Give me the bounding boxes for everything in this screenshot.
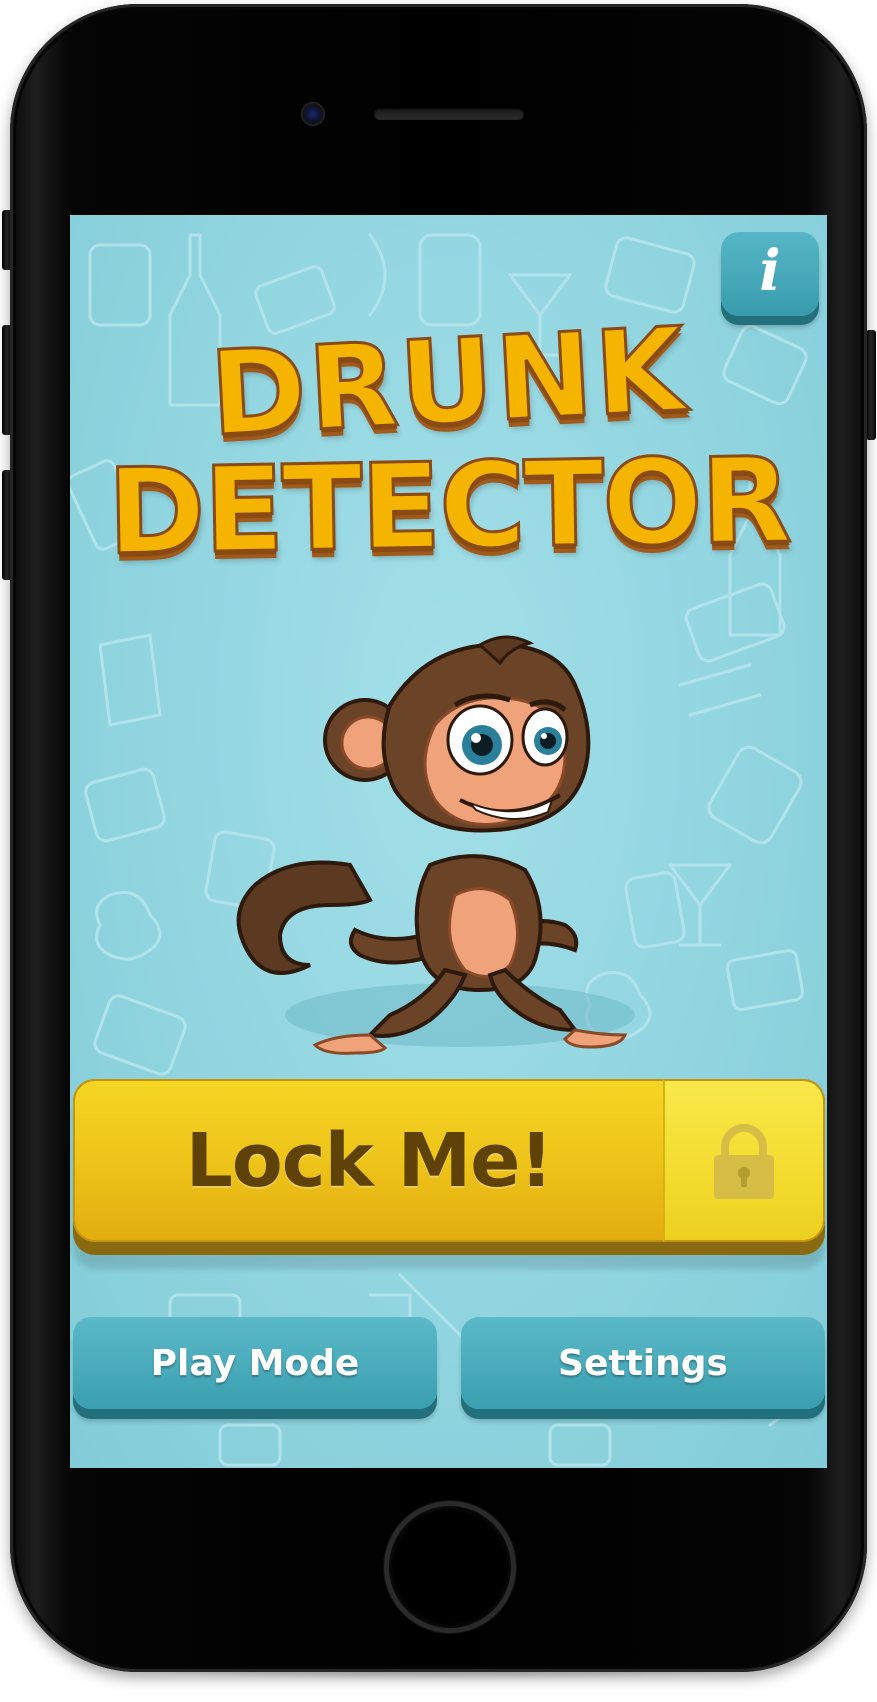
- monkey-mascot-illustration: [236, 635, 635, 1055]
- padlock-icon: [714, 1123, 774, 1199]
- info-button[interactable]: i: [721, 232, 819, 316]
- settings-button[interactable]: Settings: [461, 1317, 825, 1409]
- app-screen: i DRUNK DETECTOR Lock Me! Play Mode Sett…: [70, 215, 827, 1468]
- phone-frame: i DRUNK DETECTOR Lock Me! Play Mode Sett…: [10, 4, 867, 1672]
- lock-panel[interactable]: [663, 1079, 825, 1242]
- lock-me-button[interactable]: Lock Me!: [73, 1079, 825, 1255]
- info-icon: i: [759, 238, 781, 304]
- device-power-button: [866, 330, 876, 440]
- lock-me-main[interactable]: Lock Me!: [73, 1079, 663, 1242]
- front-camera: [301, 102, 325, 126]
- play-mode-button[interactable]: Play Mode: [73, 1317, 437, 1409]
- home-button[interactable]: [384, 1501, 516, 1633]
- app-title: DRUNK DETECTOR: [70, 301, 827, 582]
- lock-me-label: Lock Me!: [185, 1117, 553, 1204]
- play-mode-label: Play Mode: [150, 1342, 360, 1384]
- settings-label: Settings: [558, 1342, 728, 1384]
- app-title-line2: DETECTOR: [105, 430, 792, 583]
- earpiece-speaker: [374, 108, 524, 120]
